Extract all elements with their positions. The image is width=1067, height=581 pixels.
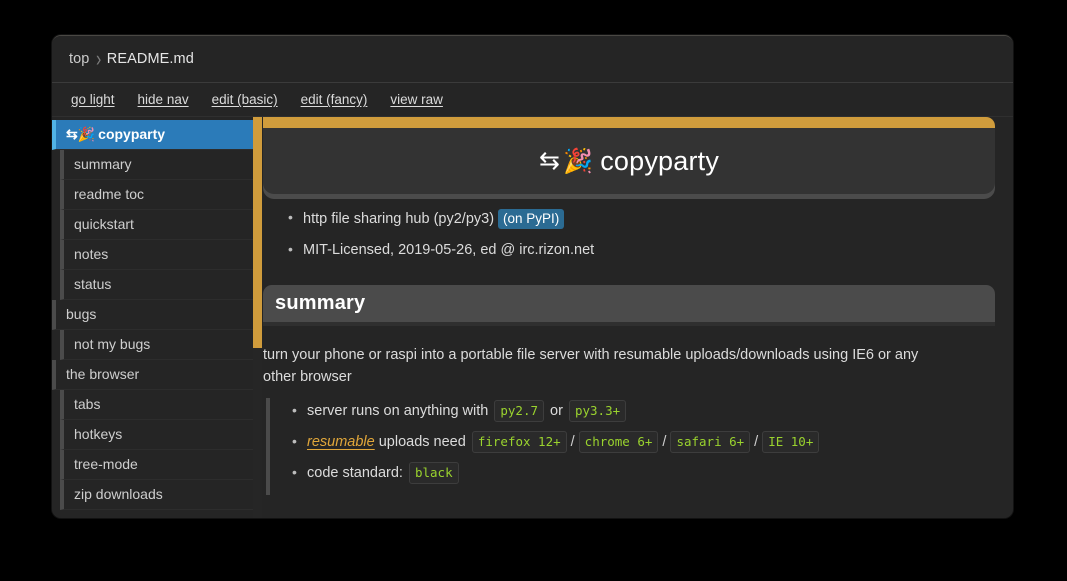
section-title: summary (275, 292, 995, 315)
resumable-link[interactable]: resumable (307, 434, 375, 450)
document-hero: ⇆🎉copyparty (263, 128, 995, 194)
sidebar-item-notes[interactable]: notes (60, 240, 253, 270)
summary-paragraph: turn your phone or raspi into a portable… (263, 344, 935, 388)
party-popper-icon: 🎉 (563, 147, 593, 176)
sidebar-item-quickstart[interactable]: quickstart (60, 210, 253, 240)
separator-slash: / (571, 434, 575, 450)
view-raw-link[interactable]: view raw (390, 92, 443, 107)
toolbar: go light hide nav edit (basic) edit (fan… (52, 83, 1013, 117)
sidebar-item-label: zip downloads (74, 486, 163, 502)
bullet-text: or (550, 403, 563, 419)
sidebar-item-zip-downloads[interactable]: zip downloads (60, 480, 253, 510)
intro-bullet-text: http file sharing hub (py2/py3) (303, 211, 494, 227)
sidebar-item-label: the browser (66, 366, 139, 382)
sidebar-item-tabs[interactable]: tabs (60, 390, 253, 420)
intro-bullet-list: http file sharing hub (py2/py3)(on PyPI)… (263, 210, 995, 273)
sidebar-item-label: not my bugs (74, 336, 150, 352)
edit-fancy-link[interactable]: edit (fancy) (301, 92, 368, 107)
sidebar-item-readme-toc[interactable]: readme toc (60, 180, 253, 210)
page-title: ⇆🎉copyparty (539, 146, 719, 177)
list-item: http file sharing hub (py2/py3)(on PyPI) (303, 210, 995, 242)
sidebar-item-the-browser[interactable]: the browser (52, 360, 253, 390)
code-span-firefox: firefox 12+ (472, 431, 567, 453)
edit-basic-link[interactable]: edit (basic) (212, 92, 278, 107)
hide-nav-link[interactable]: hide nav (138, 92, 189, 107)
breadcrumb-current-file[interactable]: README.md (107, 51, 194, 67)
sidebar-item-bugs[interactable]: bugs (52, 300, 253, 330)
sidebar-item-status[interactable]: status (60, 270, 253, 300)
list-item: resumable uploads need firefox 12+/chrom… (307, 433, 995, 464)
hero-top-accent-bar (263, 117, 995, 128)
document-pane: ⇆🎉copyparty http file sharing hub (py2/p… (263, 117, 1013, 518)
list-item: code standard: black (307, 464, 995, 495)
breadcrumb-root[interactable]: top (69, 51, 89, 67)
left-right-arrow-icon: ⇆ (539, 146, 560, 176)
sidebar-nav-list: ⇆🎉copyparty summary readme toc quickstar… (52, 117, 253, 518)
browser-window: top › README.md go light hide nav edit (… (52, 35, 1013, 518)
sidebar-item-label: notes (74, 246, 108, 262)
sidebar-item-label: bugs (66, 306, 96, 322)
sidebar-item-not-my-bugs[interactable]: not my bugs (60, 330, 253, 360)
go-light-link[interactable]: go light (71, 92, 115, 107)
separator-slash: / (754, 434, 758, 450)
summary-bullet-list: server runs on anything with py2.7 or py… (266, 398, 995, 495)
page-title-text: copyparty (600, 146, 719, 177)
list-item: MIT-Licensed, 2019-05-26, ed @ irc.rizon… (303, 242, 995, 273)
sidebar: ⇆🎉copyparty summary readme toc quickstar… (52, 117, 263, 518)
sidebar-scrollbar[interactable] (253, 117, 262, 518)
intro-bullet-text: MIT-Licensed, 2019-05-26, ed @ irc.rizon… (303, 242, 594, 258)
sidebar-item-tree-mode[interactable]: tree-mode (60, 450, 253, 480)
bullet-text: uploads need (379, 434, 466, 450)
section-header-summary: summary (263, 285, 995, 322)
chevron-right-icon: › (96, 48, 101, 70)
on-pypi-badge[interactable]: (on PyPI) (498, 209, 564, 229)
sidebar-item-summary[interactable]: summary (60, 150, 253, 180)
list-item: server runs on anything with py2.7 or py… (307, 402, 995, 433)
separator-slash: / (662, 434, 666, 450)
bullet-text: server runs on anything with (307, 403, 488, 419)
sidebar-item-label: quickstart (74, 216, 134, 232)
code-span-black: black (409, 462, 459, 484)
sidebar-item-hotkeys[interactable]: hotkeys (60, 420, 253, 450)
sidebar-item-label: status (74, 276, 111, 292)
sidebar-item-label: tabs (74, 396, 100, 412)
bullet-text: code standard: (307, 465, 403, 481)
sidebar-item-label: copyparty (98, 126, 165, 142)
content-area: ⇆🎉copyparty summary readme toc quickstar… (52, 117, 1013, 518)
sidebar-item-copyparty[interactable]: ⇆🎉copyparty (52, 120, 253, 150)
sidebar-item-label: summary (74, 156, 132, 172)
copyparty-emoji-icon: ⇆🎉 (66, 126, 95, 142)
sidebar-item-label: hotkeys (74, 426, 122, 442)
sidebar-scrollbar-thumb[interactable] (253, 117, 262, 348)
sidebar-item-label: tree-mode (74, 456, 138, 472)
code-span-py33: py3.3+ (569, 400, 626, 422)
code-span-chrome: chrome 6+ (579, 431, 659, 453)
code-span-safari: safari 6+ (670, 431, 750, 453)
breadcrumb: top › README.md (52, 36, 1013, 83)
markdown-document: ⇆🎉copyparty http file sharing hub (py2/p… (263, 117, 1013, 495)
sidebar-item-label: readme toc (74, 186, 144, 202)
code-span-ie: IE 10+ (762, 431, 819, 453)
code-span-py27: py2.7 (494, 400, 544, 422)
